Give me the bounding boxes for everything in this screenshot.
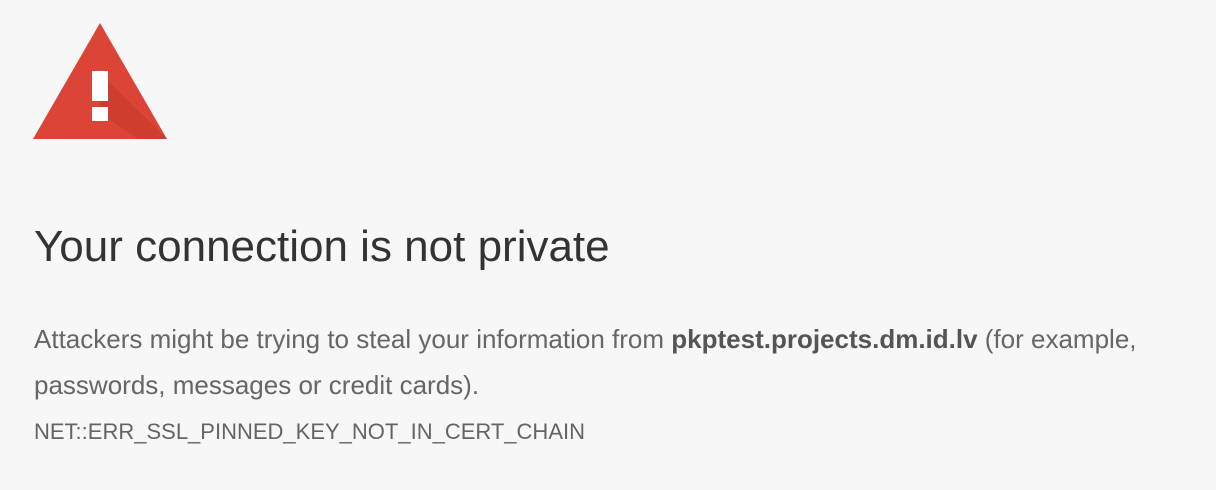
host-name: pkptest.projects.dm.id.lv — [671, 324, 978, 354]
description-prefix: Attackers might be trying to steal your … — [34, 324, 672, 354]
error-description: Attackers might be trying to steal your … — [34, 316, 1204, 408]
error-code[interactable]: NET::ERR_SSL_PINNED_KEY_NOT_IN_CERT_CHAI… — [34, 419, 585, 445]
page-title: Your connection is not private — [34, 222, 610, 271]
warning-triangle-icon — [33, 23, 167, 139]
